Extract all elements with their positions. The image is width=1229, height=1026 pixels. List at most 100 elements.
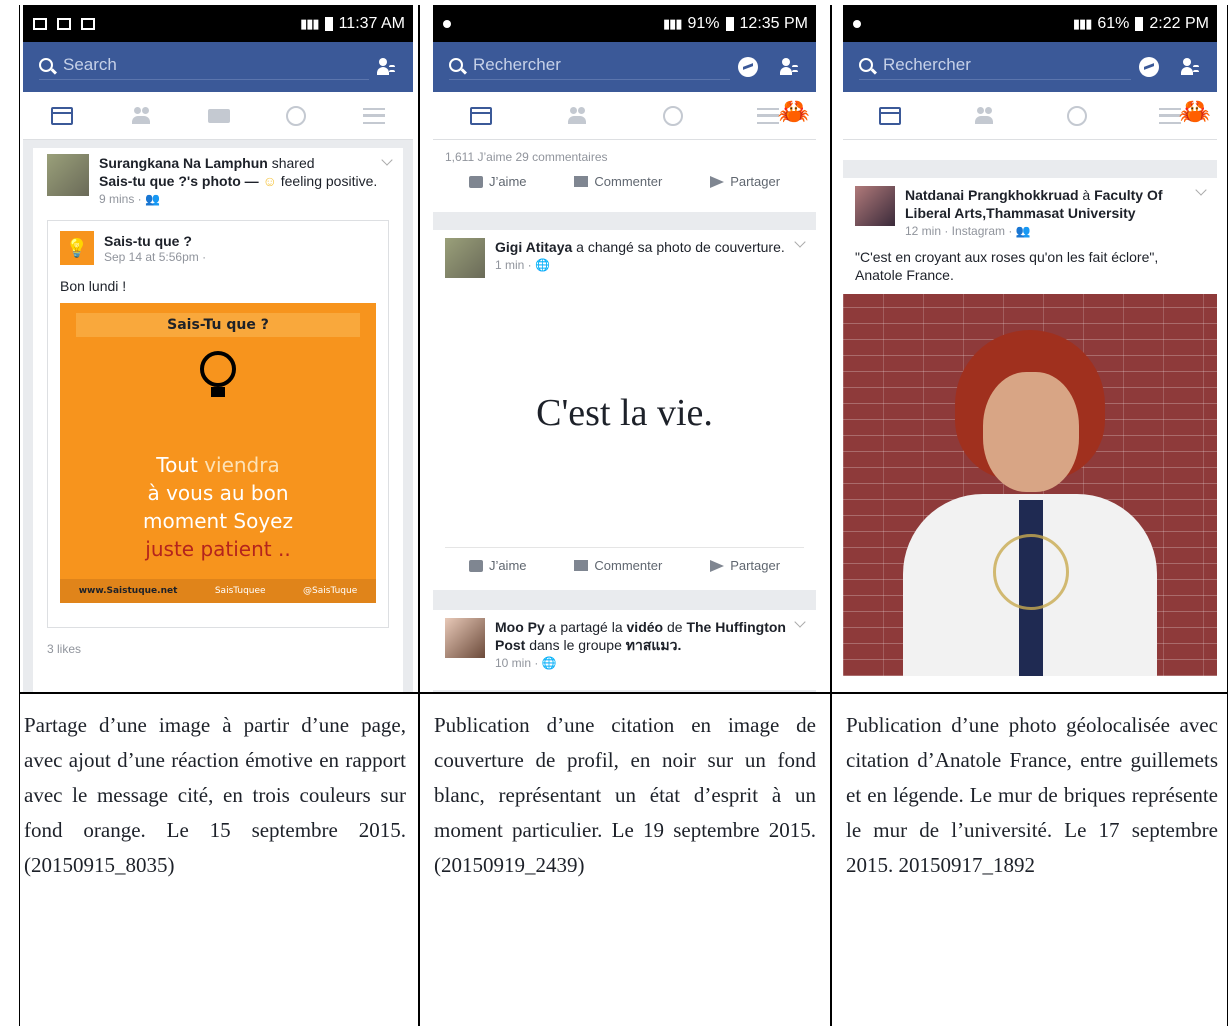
column-divider <box>418 5 420 1026</box>
author-name[interactable]: Moo Py <box>495 619 545 635</box>
messages-icon[interactable] <box>207 108 230 123</box>
status-bar: ▮▮▮ 61% 2:22 PM <box>843 5 1217 42</box>
post-time[interactable]: 1 min · <box>495 258 532 272</box>
screenshot-2: ▮▮▮ 91% 12:35 PM Rechercher 🦀 1,611 J’ai… <box>433 5 816 692</box>
cover-photo[interactable]: C'est la vie. <box>445 278 804 548</box>
screenshot-1: ▮▮▮ 11:37 AM Search Surangkana Na Lamphu… <box>23 5 413 692</box>
author-name[interactable]: Gigi Atitaya <box>495 239 572 255</box>
inner-author[interactable]: Sais-tu que ? <box>104 232 206 250</box>
friends-icon[interactable] <box>130 106 152 125</box>
notification-dot-icon <box>853 19 861 28</box>
post-time[interactable]: 12 min · Instagram · <box>905 224 1012 238</box>
share-icon <box>710 559 725 572</box>
audience-icon: 👥 <box>145 192 160 206</box>
caption-2: Publication d’une citation en image de c… <box>434 713 816 877</box>
signal-icon: ▮▮▮ <box>1072 15 1092 31</box>
cover-quote: C'est la vie. <box>536 391 713 434</box>
row-divider <box>19 692 1228 694</box>
news-feed-icon[interactable] <box>879 106 901 125</box>
university-emblem <box>993 534 1069 610</box>
top-bar: Rechercher <box>433 42 816 92</box>
image-header: Sais-Tu que ? <box>76 313 360 337</box>
status-bar: ▮▮▮ 91% 12:35 PM <box>433 5 816 42</box>
search-input[interactable]: Search <box>39 55 369 80</box>
tab-bar: 🦀 <box>843 92 1217 140</box>
clock: 2:22 PM <box>1149 14 1209 32</box>
avatar[interactable] <box>445 238 485 278</box>
globe-icon: 🌐 <box>541 656 557 670</box>
emoji-icon: ☺ <box>262 173 277 189</box>
avatar[interactable] <box>855 186 895 226</box>
friends-audience-icon: 👥 <box>1015 224 1031 238</box>
search-input[interactable]: Rechercher <box>449 55 730 80</box>
post-card: Moo Py a partagé la vidéo de The Huffing… <box>433 610 816 690</box>
clock: 12:35 PM <box>739 14 808 32</box>
messenger-icon[interactable] <box>1139 57 1159 77</box>
battery-level: 91% <box>687 14 720 32</box>
post-message: "C'est en croyant aux roses qu'on les fa… <box>855 249 1159 283</box>
screenshot-3: ▮▮▮ 61% 2:22 PM Rechercher 🦀 Natdanai Pr… <box>843 5 1217 692</box>
caption-3: Publication d’une photo géolocalisée ave… <box>846 713 1218 877</box>
post-card: Surangkana Na Lamphun shared Sais-tu que… <box>33 148 403 692</box>
friends-icon[interactable] <box>566 106 588 125</box>
page-avatar[interactable]: 💡 <box>60 231 94 265</box>
notifications-icon[interactable] <box>662 105 683 126</box>
reaction-counts[interactable]: 1,611 J’aime 29 commentaires <box>445 150 804 164</box>
globe-icon: 🌐 <box>535 258 550 272</box>
crab-icon: 🦀 <box>1178 96 1211 126</box>
post-card: Gigi Atitaya a changé sa photo de couver… <box>433 230 816 590</box>
image-footer: www.Saistuque.net SaisTuquee @SaisTuque <box>60 579 376 603</box>
upload-icon <box>81 17 95 30</box>
notifications-icon[interactable] <box>1067 105 1087 126</box>
avatar[interactable] <box>445 618 485 658</box>
like-button[interactable]: J’aime <box>468 558 527 573</box>
like-button[interactable]: J’aime <box>468 174 527 189</box>
menu-icon[interactable] <box>362 107 385 124</box>
messenger-icon[interactable] <box>738 57 758 77</box>
post-message: Bon lundi ! <box>60 278 127 294</box>
battery-icon <box>1135 16 1144 31</box>
post-footer: 1,611 J’aime 29 commentaires J’aime Comm… <box>433 140 816 212</box>
menu-icon[interactable] <box>756 107 779 124</box>
post-time[interactable]: 10 min · <box>495 656 538 670</box>
search-icon <box>449 57 463 72</box>
post-card: Natdanai Prangkhokkruad à Faculty Of Lib… <box>843 178 1217 692</box>
like-icon <box>468 175 483 188</box>
page-link[interactable]: Sais-tu que ? <box>99 173 187 189</box>
comment-icon <box>574 560 589 571</box>
post-photo[interactable] <box>843 294 1217 676</box>
lightbulb-icon <box>200 351 236 399</box>
battery-icon <box>725 16 734 31</box>
search-input[interactable]: Rechercher <box>859 55 1131 80</box>
comment-button[interactable]: Commenter <box>574 174 662 189</box>
like-count[interactable]: 3 likes <box>47 642 389 656</box>
search-icon <box>859 57 873 72</box>
signal-icon: ▮▮▮ <box>300 15 319 31</box>
friend-requests-icon[interactable] <box>780 58 800 76</box>
column-divider <box>830 5 832 1026</box>
inner-time[interactable]: Sep 14 at 5:56pm · <box>104 250 206 264</box>
signal-icon: ▮▮▮ <box>663 15 682 31</box>
share-button[interactable]: Partager <box>710 558 780 573</box>
bag-icon <box>57 17 71 30</box>
friend-requests-icon[interactable] <box>1181 58 1201 76</box>
shared-image[interactable]: Sais-Tu que ? Tout viendra à vous au bon… <box>60 303 376 603</box>
news-feed-icon[interactable] <box>470 106 493 125</box>
notifications-icon[interactable] <box>286 105 307 126</box>
comment-icon <box>574 176 589 187</box>
tab-bar: 🦀 <box>433 92 816 140</box>
author-name[interactable]: Surangkana Na Lamphun <box>99 155 268 171</box>
comment-button[interactable]: Commenter <box>574 558 662 573</box>
status-bar: ▮▮▮ 11:37 AM <box>23 5 413 42</box>
news-feed-icon[interactable] <box>51 106 74 125</box>
avatar[interactable] <box>47 154 89 196</box>
author-name[interactable]: Natdanai Prangkhokkruad <box>905 187 1079 203</box>
crab-icon: 🦀 <box>777 96 810 126</box>
friend-requests-icon[interactable] <box>377 58 397 76</box>
share-button[interactable]: Partager <box>710 174 780 189</box>
caption-1: Partage d’une image à partir d’une page,… <box>24 713 406 877</box>
top-bar: Rechercher <box>843 42 1217 92</box>
post-time[interactable]: 9 mins · <box>99 192 142 206</box>
shared-post: 💡 Sais-tu que ? Sep 14 at 5:56pm · Bon l… <box>47 220 389 628</box>
friends-icon[interactable] <box>973 106 995 125</box>
